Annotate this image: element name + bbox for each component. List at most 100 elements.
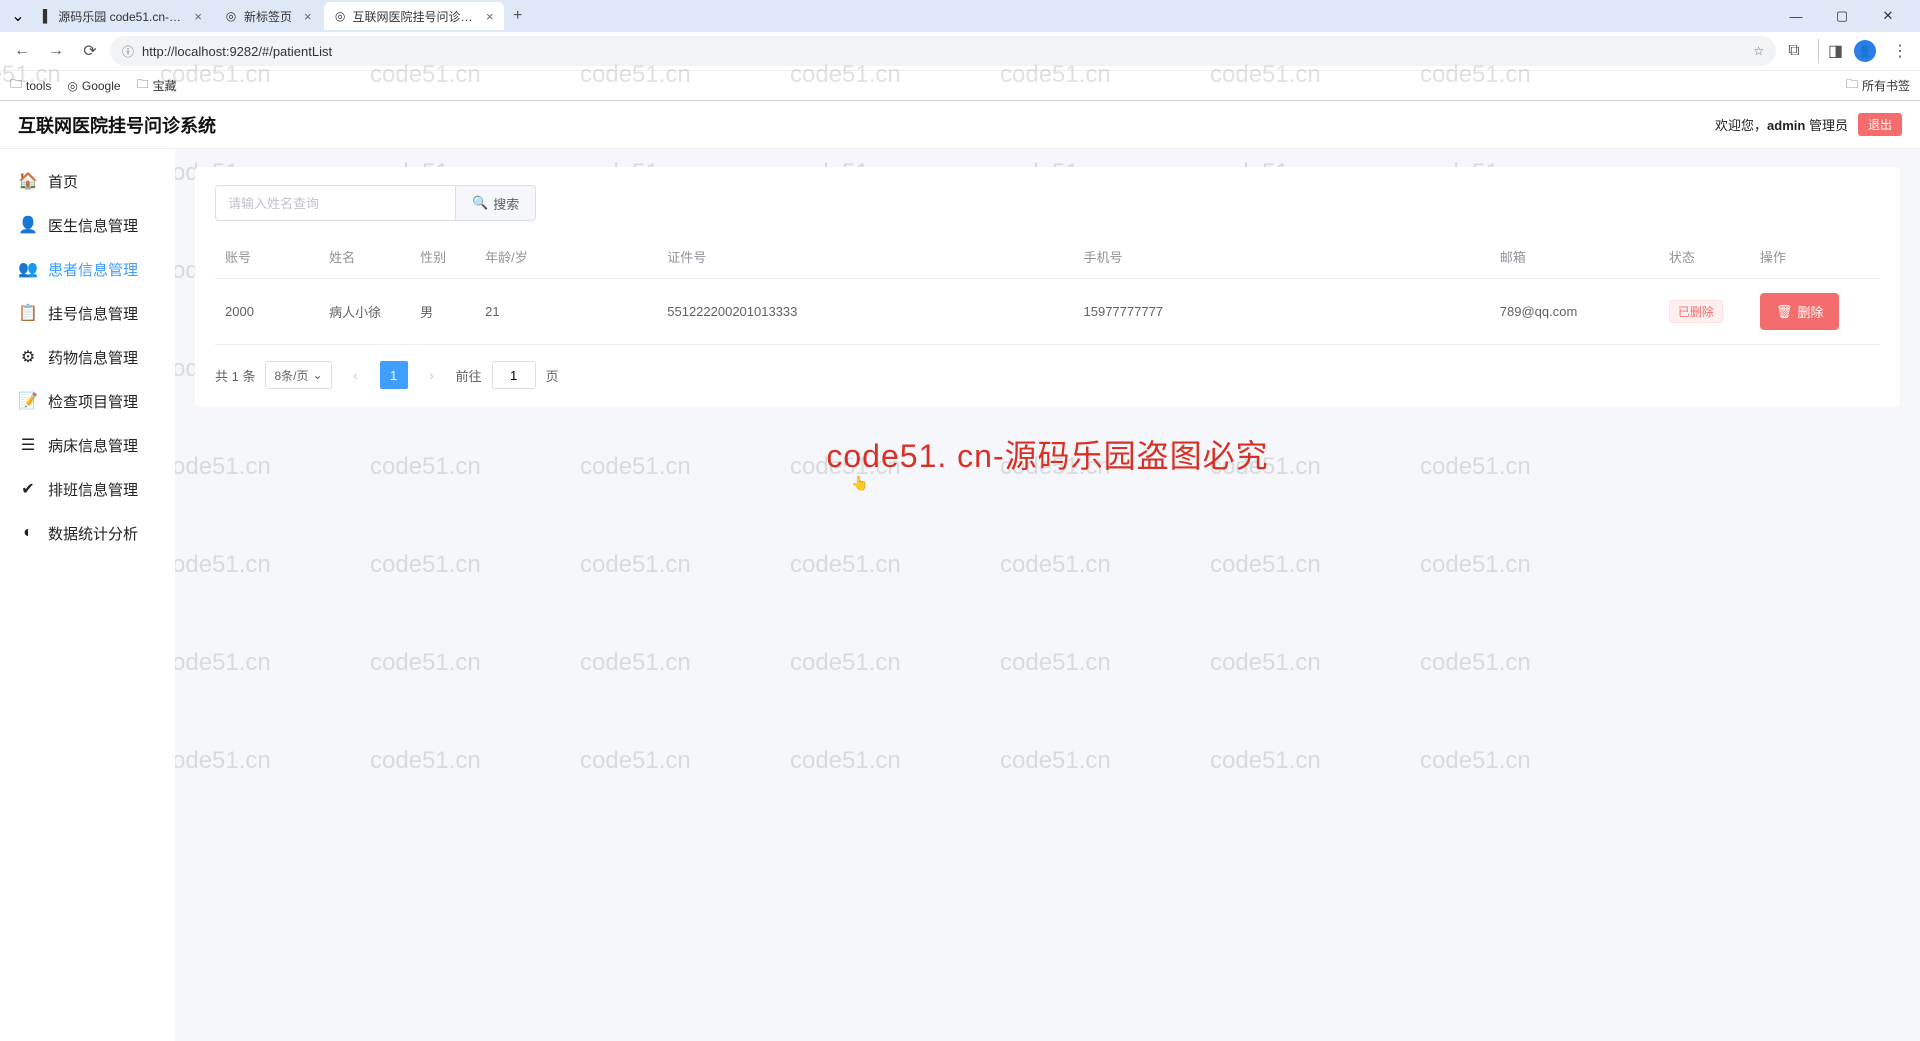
logout-button[interactable]: 退出	[1858, 113, 1902, 136]
column-header: 性别	[410, 235, 475, 279]
sidebar-item-label: 检查项目管理	[48, 391, 138, 412]
folder-icon: 🗀	[137, 75, 149, 96]
delete-button[interactable]: 🗑删除	[1760, 293, 1840, 330]
menu-icon[interactable]: ⋮	[1888, 39, 1912, 63]
side-panel-icon[interactable]: ◨	[1818, 39, 1842, 63]
nav-icon: 📋	[18, 303, 38, 323]
sidebar-item-label: 病床信息管理	[48, 435, 138, 456]
bookmark-item-google[interactable]: ◎Google	[67, 79, 120, 93]
sidebar-item-3[interactable]: 📋 挂号信息管理	[0, 291, 175, 335]
sidebar-item-label: 医生信息管理	[48, 215, 138, 236]
column-header: 年龄/岁	[475, 235, 657, 279]
page-size-select[interactable]: 8条/页 ⌄	[265, 361, 331, 389]
sidebar-item-0[interactable]: 🏠首页	[0, 159, 175, 203]
status-cell: 已删除	[1659, 279, 1750, 345]
table-cell: 789@qq.com	[1490, 279, 1659, 345]
sidebar: 🏠首页 👤 医生信息管理 👥患者信息管理 📋 挂号信息管理 ⚙药物信息管理 📝 检查项目管理 ☰ 病…	[0, 149, 175, 1041]
table-cell: 2000	[215, 279, 319, 345]
sidebar-item-8[interactable]: ◐数据统计分析	[0, 511, 175, 555]
page-jump-input[interactable]	[492, 361, 536, 389]
star-icon[interactable]: ☆	[1753, 44, 1764, 58]
search-button-label: 搜索	[493, 194, 519, 213]
jump-suffix: 页	[546, 366, 559, 385]
column-header: 邮箱	[1490, 235, 1659, 279]
prev-page-button[interactable]: ‹	[342, 361, 370, 389]
new-tab-button[interactable]: +	[506, 4, 530, 28]
maximize-button[interactable]: ▢	[1828, 2, 1856, 30]
jump-prefix: 前往	[456, 366, 482, 385]
app-shell: code51.cncode51.cncode51.cncode51.cncode…	[0, 101, 1920, 1041]
folder-icon: 🗀	[10, 75, 22, 96]
app-title: 互联网医院挂号问诊系统	[18, 112, 216, 138]
bookmark-bar: 🗀tools ◎Google 🗀宝藏 🗀所有书签	[0, 70, 1920, 100]
app-header: 互联网医院挂号问诊系统 欢迎您，admin 管理员 退出	[0, 101, 1920, 149]
chevron-down-icon: ⌄	[312, 368, 322, 382]
tab-title: 互联网医院挂号问诊系统	[353, 8, 475, 25]
browser-tab-0[interactable]: ▌ 源码乐园 code51.cn-项目论文... ×	[32, 2, 212, 30]
close-icon[interactable]: ×	[304, 9, 312, 24]
globe-icon: ◎	[67, 79, 77, 93]
table-row: 2000病人小徐男2155122220020101333315977777777…	[215, 279, 1880, 345]
table-cell: 男	[410, 279, 475, 345]
nav-icon: ☰	[18, 435, 38, 455]
sidebar-item-6[interactable]: ☰ 病床信息管理	[0, 423, 175, 467]
globe-icon: ◎	[334, 9, 347, 23]
sidebar-item-2[interactable]: 👥患者信息管理	[0, 247, 175, 291]
column-header: 操作	[1750, 235, 1880, 279]
big-watermark-text: code51. cn-源码乐园盗图必究	[195, 431, 1900, 477]
search-button[interactable]: 🔍 搜索	[455, 185, 536, 221]
tab-strip: ⌄ ▌ 源码乐园 code51.cn-项目论文... × ◎ 新标签页 × ◎ …	[0, 0, 1920, 32]
close-icon[interactable]: ×	[194, 9, 202, 24]
forward-button[interactable]: →	[42, 37, 70, 65]
bookmark-item-treasure[interactable]: 🗀宝藏	[137, 75, 177, 96]
pagination: 共 1 条 8条/页 ⌄ ‹ 1 › 前往 页	[215, 361, 1880, 389]
search-row: 🔍 搜索	[215, 185, 1880, 221]
tab-title: 源码乐园 code51.cn-项目论文...	[58, 8, 182, 25]
all-bookmarks-button[interactable]: 🗀所有书签	[1846, 75, 1910, 96]
browser-tab-2[interactable]: ◎ 互联网医院挂号问诊系统 ×	[324, 2, 504, 30]
bookmark-item-tools[interactable]: 🗀tools	[10, 75, 51, 96]
column-header: 证件号	[657, 235, 1073, 279]
sidebar-item-label: 排班信息管理	[48, 479, 138, 500]
address-bar[interactable]: ⓘ http://localhost:9282/#/patientList ☆	[110, 36, 1776, 66]
profile-avatar[interactable]: 👤	[1854, 40, 1876, 62]
column-header: 账号	[215, 235, 319, 279]
welcome-text: 欢迎您，admin 管理员	[1715, 115, 1848, 134]
sidebar-item-label: 挂号信息管理	[48, 303, 138, 324]
address-row: ← → ⟳ ⓘ http://localhost:9282/#/patientL…	[0, 32, 1920, 70]
nav-icon: ⚙	[18, 347, 38, 367]
search-icon: 🔍	[472, 195, 488, 211]
close-window-button[interactable]: ✕	[1874, 2, 1902, 30]
browser-chrome: ⌄ ▌ 源码乐园 code51.cn-项目论文... × ◎ 新标签页 × ◎ …	[0, 0, 1920, 101]
nav-icon: 📝	[18, 391, 38, 411]
table-cell: 15977777777	[1074, 279, 1490, 345]
table-header-row: 账号姓名性别年龄/岁证件号手机号邮箱状态操作	[215, 235, 1880, 279]
sidebar-item-7[interactable]: ✔排班信息管理	[0, 467, 175, 511]
sidebar-item-5[interactable]: 📝 检查项目管理	[0, 379, 175, 423]
minimize-button[interactable]: —	[1782, 2, 1810, 30]
nav-icon: 👤	[18, 215, 38, 235]
sidebar-item-4[interactable]: ⚙药物信息管理	[0, 335, 175, 379]
patient-table: 账号姓名性别年龄/岁证件号手机号邮箱状态操作 2000病人小徐男21551222…	[215, 235, 1880, 345]
tab-title: 新标签页	[244, 8, 292, 25]
back-button[interactable]: ←	[8, 37, 36, 65]
close-icon[interactable]: ×	[486, 9, 494, 24]
globe-icon: ◎	[224, 9, 238, 23]
next-page-button[interactable]: ›	[418, 361, 446, 389]
tabs-dropdown[interactable]: ⌄	[8, 6, 28, 26]
folder-icon: 🗀	[1846, 75, 1858, 96]
table-cell: 21	[475, 279, 657, 345]
reload-button[interactable]: ⟳	[76, 37, 104, 65]
page-number-button[interactable]: 1	[380, 361, 408, 389]
sidebar-item-label: 数据统计分析	[48, 523, 138, 544]
trash-icon: 🗑	[1776, 304, 1793, 320]
sidebar-item-label: 首页	[48, 171, 78, 192]
sidebar-item-1[interactable]: 👤 医生信息管理	[0, 203, 175, 247]
extensions-icon[interactable]: ⧉	[1782, 39, 1806, 63]
browser-tab-1[interactable]: ◎ 新标签页 ×	[214, 2, 322, 30]
search-input[interactable]	[215, 185, 455, 221]
site-info-icon[interactable]: ⓘ	[122, 43, 134, 60]
main-panel: 🔍 搜索 账号姓名性别年龄/岁证件号手机号邮箱状态操作 2000病人小徐男215…	[195, 167, 1900, 407]
column-header: 状态	[1659, 235, 1750, 279]
column-header: 手机号	[1074, 235, 1490, 279]
